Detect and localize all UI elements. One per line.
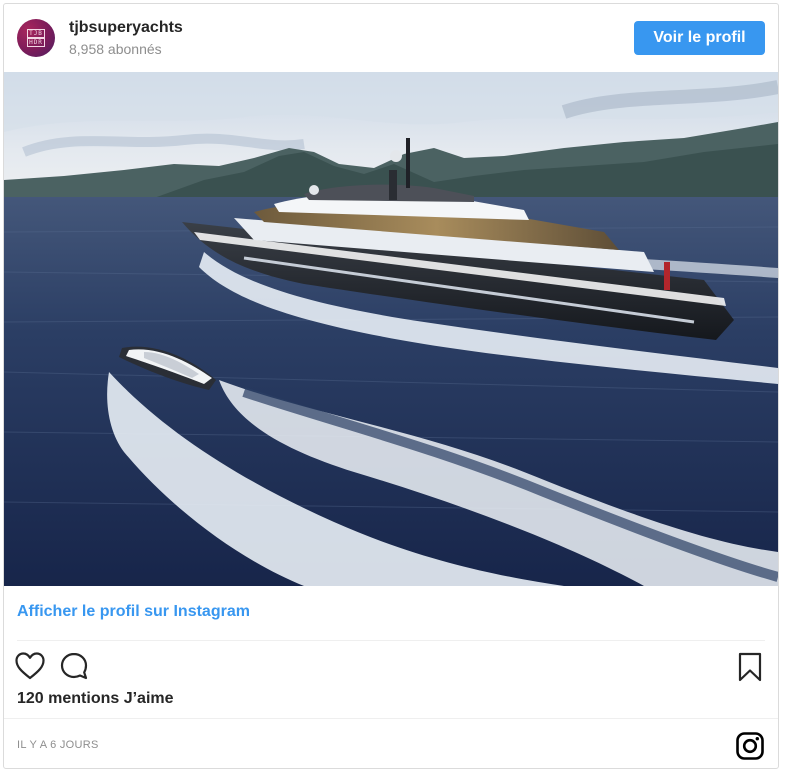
view-on-instagram-link[interactable]: Afficher le profil sur Instagram [17, 603, 250, 621]
post-header: TJB HDR tjbsuperyachts 8,958 abonnés Voi… [4, 4, 778, 72]
avatar-monogram-bottom: HDR [27, 38, 45, 47]
likes-count: 120 mentions J’aime [17, 690, 174, 707]
yacht-photo [4, 72, 778, 586]
post-timestamp: IL Y A 6 JOURS [17, 739, 99, 751]
avatar-monogram: TJB HDR [27, 29, 45, 47]
instagram-logo-icon[interactable] [735, 731, 765, 761]
bookmark-icon[interactable] [736, 651, 764, 683]
followers-count: 8,958 abonnés [69, 41, 162, 57]
comment-icon[interactable] [59, 651, 89, 681]
divider [4, 718, 778, 719]
instagram-embed-card: TJB HDR tjbsuperyachts 8,958 abonnés Voi… [3, 3, 779, 769]
view-profile-button[interactable]: Voir le profil [634, 21, 765, 55]
username[interactable]: tjbsuperyachts [69, 19, 183, 37]
divider [17, 640, 765, 641]
heart-icon[interactable] [14, 651, 46, 681]
post-photo[interactable] [4, 72, 778, 586]
avatar-monogram-top: TJB [27, 29, 45, 38]
avatar[interactable]: TJB HDR [17, 19, 55, 57]
